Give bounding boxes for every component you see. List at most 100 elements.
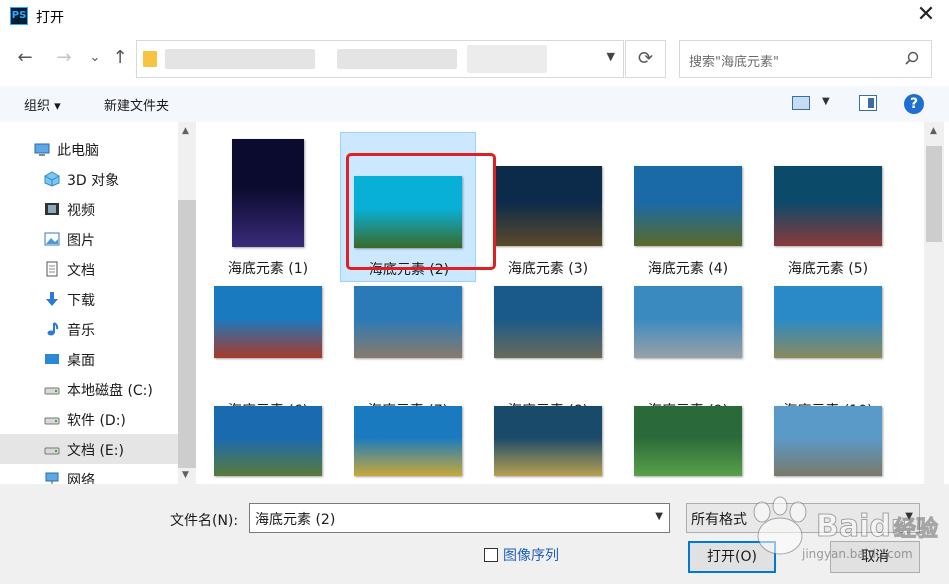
back-arrow-icon[interactable]: ← [14, 47, 36, 69]
music-icon [44, 321, 60, 337]
file-tile[interactable] [480, 406, 616, 484]
sidebar-item[interactable]: 此电脑 [0, 134, 178, 164]
title-bar: PS 打开 ✕ [0, 0, 949, 32]
file-tile[interactable] [340, 406, 476, 484]
close-icon[interactable]: ✕ [913, 2, 939, 28]
sidebar-item[interactable]: 3D 对象 [0, 164, 178, 194]
search-icon[interactable] [905, 51, 919, 65]
scroll-up-icon[interactable]: ▲ [182, 126, 189, 136]
chevron-down-icon[interactable]: ▼ [655, 511, 663, 522]
file-tile[interactable] [760, 406, 896, 484]
drive-icon [44, 411, 60, 427]
drive-icon [44, 441, 60, 457]
redacted-path-segment [337, 49, 457, 69]
download-icon [44, 291, 60, 307]
search-box[interactable]: 搜索"海底元素" [679, 40, 932, 78]
video-icon [44, 201, 60, 217]
file-thumbnail [494, 406, 602, 476]
file-name-label: 海底元素 (3) [507, 261, 589, 277]
file-thumbnail [634, 286, 742, 358]
computer-icon [34, 141, 50, 157]
file-tile[interactable] [200, 406, 336, 484]
chevron-down-icon[interactable]: ▼ [607, 50, 615, 63]
file-thumbnail [634, 406, 742, 476]
sidebar-item[interactable]: 图片 [0, 224, 178, 254]
view-mode-icon[interactable] [792, 96, 810, 110]
redacted-path-segment [165, 49, 315, 69]
dialog-footer: 文件名(N): 海底元素 (2) ▼ 所有格式 ▼ 图像序列 打开(O) 取消 … [0, 484, 949, 584]
file-tile[interactable]: 海底元素 (1) [200, 132, 336, 282]
file-grid-scrollbar[interactable]: ▲ [924, 122, 944, 484]
file-grid: 海底元素 (1) 海底元素 (2) 海底元素 (3) 海底元素 (4) 海底元素 (5)… [197, 122, 924, 484]
sidebar-item[interactable]: 本地磁盘 (C:) [0, 374, 178, 404]
watermark-cn: 经验 [894, 516, 938, 542]
drive-icon [44, 381, 60, 397]
new-folder-button[interactable]: 新建文件夹 [104, 95, 169, 114]
sidebar-item[interactable]: 网络 [0, 464, 178, 484]
help-icon[interactable]: ? [904, 94, 924, 114]
sidebar-item-label: 本地磁盘 (C:) [67, 383, 153, 399]
filename-field[interactable]: 海底元素 (2) ▼ [249, 503, 670, 533]
address-bar[interactable]: ▼ [136, 40, 624, 78]
picture-icon [44, 231, 60, 247]
sidebar-item-label: 图片 [67, 233, 95, 249]
sidebar-item-label: 文档 [67, 263, 95, 279]
sidebar-item-label: 软件 (D:) [67, 413, 126, 429]
sidebar-item[interactable]: 文档 (E:) [0, 434, 178, 464]
baidu-jingyan-watermark: Baidu 经验 jingyan.baidu.com [753, 496, 939, 561]
recent-locations-chevron-icon[interactable]: ⌄ [84, 47, 106, 69]
sidebar-item[interactable]: 下载 [0, 284, 178, 314]
file-thumbnail [354, 286, 462, 358]
search-input[interactable]: 搜索"海底元素" [689, 51, 779, 70]
folder-icon [143, 51, 157, 67]
sidebar-item[interactable]: 音乐 [0, 314, 178, 344]
sidebar-scrollbar-thumb[interactable] [178, 200, 196, 468]
sidebar-item[interactable]: 文档 [0, 254, 178, 284]
image-sequence-label[interactable]: 图像序列 [503, 545, 559, 565]
file-tile[interactable]: 海底元素 (5) [760, 132, 896, 282]
file-tile[interactable]: 海底元素 (4) [620, 132, 756, 282]
file-thumbnail [774, 286, 882, 358]
network-icon [44, 471, 60, 484]
sidebar-item-label: 下载 [67, 293, 95, 309]
image-sequence-checkbox[interactable] [484, 548, 498, 562]
sidebar-item-label: 文档 (E:) [67, 443, 124, 459]
scroll-down-icon[interactable]: ▼ [182, 470, 189, 480]
watermark-url: jingyan.baidu.com [801, 547, 913, 561]
file-thumbnail [494, 166, 602, 246]
sidebar-item[interactable]: 软件 (D:) [0, 404, 178, 434]
sidebar-item[interactable]: 视频 [0, 194, 178, 224]
file-tile[interactable]: 海底元素 (3) [480, 132, 616, 282]
organize-menu-button[interactable]: 组织 ▾ [24, 95, 61, 114]
file-name-label: 海底元素 (5) [787, 261, 869, 277]
redacted-path-segment [467, 45, 547, 73]
filename-value[interactable]: 海底元素 (2) [255, 509, 335, 529]
sidebar-item[interactable]: 桌面 [0, 344, 178, 374]
sidebar-item-label: 3D 对象 [67, 173, 120, 189]
sidebar-scrollbar[interactable]: ▲ ▼ [178, 122, 196, 484]
file-thumbnail [214, 286, 322, 358]
document-icon [44, 261, 60, 277]
photoshop-app-icon: PS [10, 7, 28, 25]
file-grid-scrollbar-thumb[interactable] [926, 146, 942, 242]
file-thumbnail [774, 166, 882, 246]
sidebar-item-label: 桌面 [67, 353, 95, 369]
file-name-label: 海底元素 (1) [227, 261, 309, 277]
file-thumbnail [214, 406, 322, 476]
up-folder-arrow-icon[interactable]: ↑ [109, 47, 131, 69]
sidebar-item-label: 音乐 [67, 323, 95, 339]
desktop-icon [44, 351, 60, 367]
refresh-icon[interactable]: ⟳ [625, 40, 666, 78]
scroll-up-icon[interactable]: ▲ [930, 126, 937, 136]
file-thumbnail [232, 139, 304, 247]
file-thumbnail [774, 406, 882, 476]
selection-highlight-annotation [346, 153, 496, 270]
command-toolbar: 组织 ▾ 新建文件夹 ▼ ? [0, 86, 949, 122]
sidebar-item-label: 视频 [67, 203, 95, 219]
cube-icon [44, 171, 60, 187]
file-thumbnail [354, 406, 462, 476]
forward-arrow-icon[interactable]: → [53, 47, 75, 69]
view-mode-chevron-icon[interactable]: ▼ [822, 96, 830, 107]
file-tile[interactable] [620, 406, 756, 484]
preview-pane-icon[interactable] [859, 95, 877, 111]
